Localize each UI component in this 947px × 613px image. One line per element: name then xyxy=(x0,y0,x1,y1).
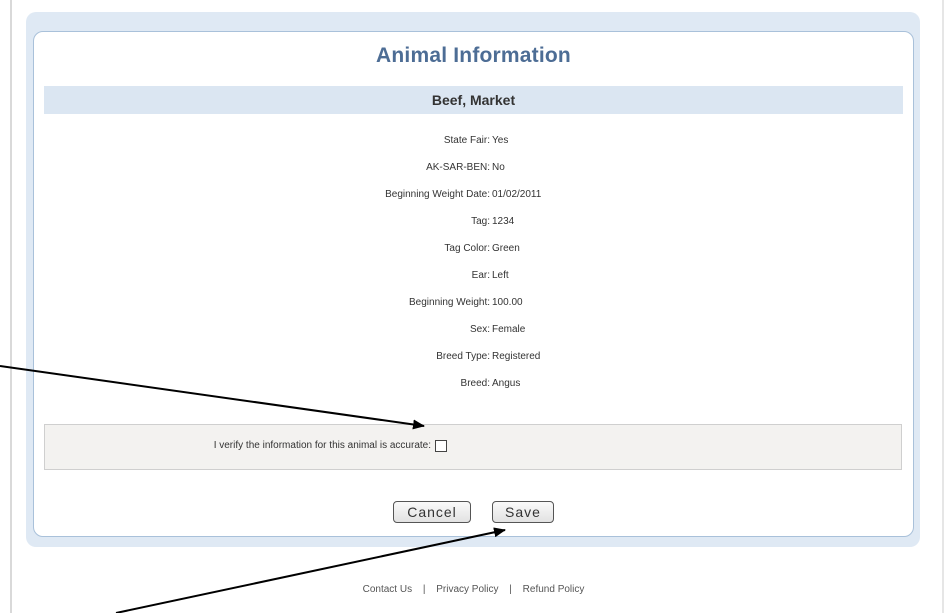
field-row-ear: Ear: Left xyxy=(0,266,947,286)
field-value: 100.00 xyxy=(492,297,523,308)
field-row-beginning-weight: Beginning Weight: 100.00 xyxy=(0,293,947,313)
field-label: Sex: xyxy=(469,324,490,335)
field-label: Beginning Weight Date: xyxy=(385,189,490,200)
field-row-breed-type: Breed Type: Registered xyxy=(0,347,947,367)
field-value: Green xyxy=(492,243,520,254)
field-row-tag-color: Tag Color: Green xyxy=(0,239,947,259)
cancel-button[interactable]: Cancel xyxy=(393,501,471,523)
footer-separator: | xyxy=(509,584,512,595)
field-row-tag: Tag: 1234 xyxy=(0,212,947,232)
verify-checkbox[interactable] xyxy=(435,440,447,452)
field-label: Breed: xyxy=(460,378,490,389)
field-label: Tag: xyxy=(471,216,490,227)
field-label: AK-SAR-BEN: xyxy=(426,162,490,173)
verify-label: I verify the information for this animal… xyxy=(213,440,431,451)
page-title: Animal Information xyxy=(376,44,571,67)
save-button[interactable]: Save xyxy=(492,501,554,523)
field-label: Beginning Weight: xyxy=(409,297,490,308)
field-value: Female xyxy=(492,324,526,335)
field-value: No xyxy=(492,162,505,173)
field-value: Registered xyxy=(492,351,541,362)
field-row-state-fair: State Fair: Yes xyxy=(0,131,947,151)
field-row-beginning-weight-date: Beginning Weight Date: 01/02/2011 xyxy=(0,185,947,205)
contact-us-link[interactable]: Contact Us xyxy=(363,584,412,595)
field-row-ak-sar-ben: AK-SAR-BEN: No xyxy=(0,158,947,178)
refund-policy-link[interactable]: Refund Policy xyxy=(523,584,585,595)
privacy-policy-link[interactable]: Privacy Policy xyxy=(436,584,498,595)
footer-separator: | xyxy=(422,584,426,595)
field-row-breed: Breed: Angus xyxy=(0,374,947,394)
field-label: Breed Type: xyxy=(436,351,490,362)
category-header: Beef, Market xyxy=(44,86,903,114)
field-value: Left xyxy=(492,270,509,281)
field-label: Tag Color: xyxy=(444,243,490,254)
field-value: 1234 xyxy=(492,216,515,227)
field-label: Ear: xyxy=(471,270,490,281)
field-value: Yes xyxy=(492,135,509,146)
footer-links: Contact Us | Privacy Policy | Refund Pol… xyxy=(0,584,947,595)
field-value: 01/02/2011 xyxy=(492,189,542,200)
field-row-sex: Sex: Female xyxy=(0,320,947,340)
field-label: State Fair: xyxy=(443,135,490,146)
field-value: Angus xyxy=(492,378,521,389)
